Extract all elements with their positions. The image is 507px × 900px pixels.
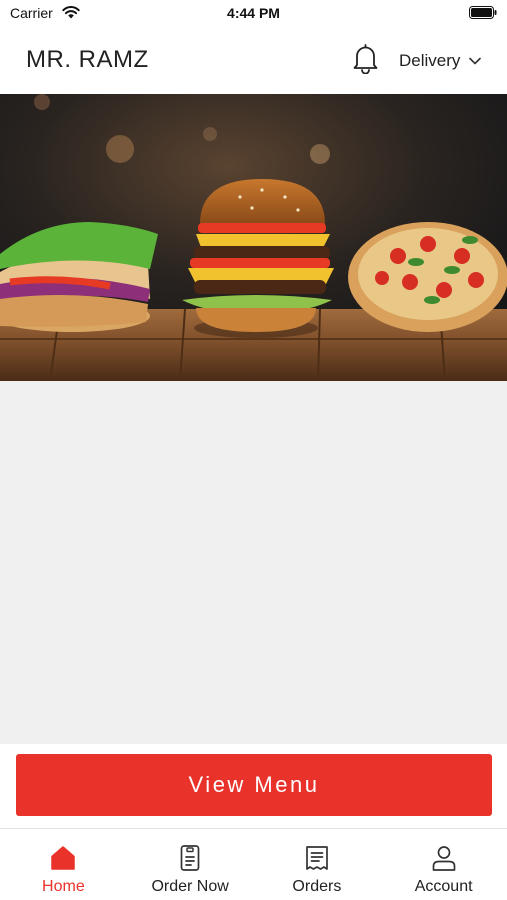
bottom-tab-bar: Home Order Now Orders Account xyxy=(0,828,507,900)
delivery-mode-label: Delivery xyxy=(399,51,461,70)
content-area xyxy=(0,381,507,744)
delivery-mode-select[interactable]: Delivery xyxy=(399,49,482,73)
tab-label-orders: Orders xyxy=(292,878,342,895)
tab-orders[interactable]: Orders xyxy=(254,829,381,900)
hero-banner-image xyxy=(0,94,507,381)
tab-account[interactable]: Account xyxy=(380,829,507,900)
tab-label-home: Home xyxy=(42,878,85,895)
view-menu-button[interactable]: View Menu xyxy=(16,754,492,816)
bell-icon[interactable] xyxy=(352,43,379,74)
tab-label-order-now: Order Now xyxy=(151,878,229,895)
status-bar: Carrier 4:44 PM xyxy=(0,0,507,26)
battery-icon xyxy=(469,6,497,19)
status-time: 4:44 PM xyxy=(227,5,280,21)
brand-title: MR. RAMZ xyxy=(26,46,149,73)
cta-bar: View Menu xyxy=(0,744,507,828)
tab-home[interactable]: Home xyxy=(0,829,127,900)
home-icon xyxy=(51,846,76,870)
user-icon xyxy=(432,846,455,871)
receipt-icon xyxy=(306,846,328,870)
tab-label-account: Account xyxy=(414,878,473,895)
order-icon xyxy=(180,845,200,871)
tab-order-now[interactable]: Order Now xyxy=(127,829,254,900)
app-header: MR. RAMZ Delivery xyxy=(0,26,507,94)
chevron-down-icon xyxy=(469,57,482,65)
